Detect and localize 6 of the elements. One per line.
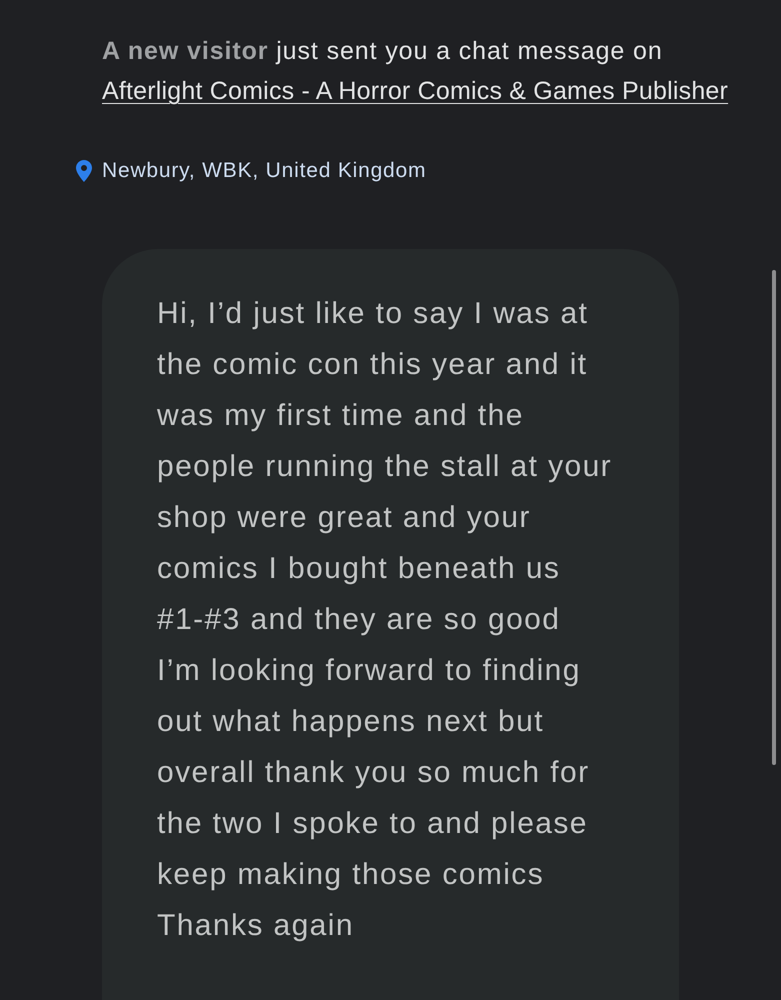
location-text: Newbury, WBK, United Kingdom [102, 158, 426, 184]
notification-text: A new visitor just sent you a chat message on Afterlight Comics - A Horror Comics & Games Publisher [102, 36, 730, 107]
location-pin-icon [76, 160, 92, 182]
scrollbar-thumb[interactable] [772, 270, 776, 765]
website-link[interactable]: Afterlight Comics - A Horror Comics & Games Publisher [102, 77, 728, 105]
message-text: Hi, I’d just like to say I was at the comic con this year and it was my first time and the people running the stall at your shop were great and your comics I bought beneath us #1-#3 and they are so good I’m looking forward to finding out what happens next but overall thank you so much for the two I spoke to and please keep making those comics Thanks again [157, 296, 614, 944]
